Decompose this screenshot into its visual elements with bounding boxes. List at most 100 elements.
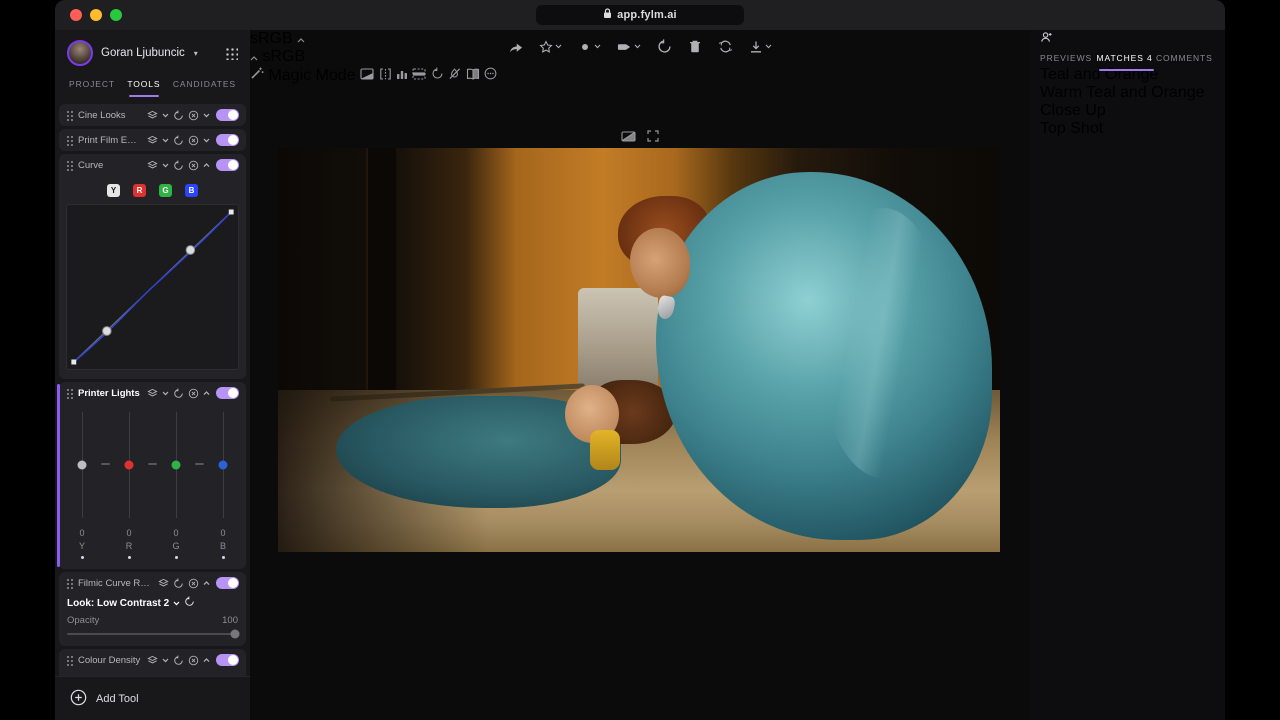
slider-knob[interactable] <box>125 461 134 470</box>
tool-card-filmic-curve-response[interactable]: Filmic Curve Respo... Look: Low Contrast… <box>59 572 246 646</box>
minimize-window-button[interactable] <box>90 9 102 21</box>
tool-card-cine-looks[interactable]: Cine Looks <box>59 104 246 126</box>
reset-grade-button[interactable] <box>657 39 672 54</box>
main-image[interactable] <box>278 148 1000 552</box>
slider-knob[interactable] <box>172 461 181 470</box>
address-bar[interactable]: app.fylm.ai <box>536 5 744 25</box>
rating-star-button[interactable] <box>539 40 562 54</box>
printer-light-slider-r[interactable]: 0 R <box>115 412 143 559</box>
download-button[interactable] <box>749 40 772 54</box>
channel-b-button[interactable]: B <box>185 184 198 197</box>
look-selector[interactable]: Look: Low Contrast 2 <box>59 594 246 610</box>
tool-enabled-toggle[interactable] <box>216 654 239 666</box>
drag-handle-icon[interactable] <box>66 388 73 399</box>
share-button[interactable] <box>508 40 523 54</box>
tool-enabled-toggle[interactable] <box>216 159 239 171</box>
add-collaborator-button[interactable] <box>1040 30 1053 47</box>
delete-button[interactable] <box>688 39 702 54</box>
slider-knob[interactable] <box>230 630 239 639</box>
chevron-down-icon[interactable] <box>162 391 169 396</box>
remove-tool-icon[interactable] <box>188 388 199 399</box>
tab-candidates[interactable]: CANDIDATES <box>173 79 236 97</box>
printer-light-slider-b[interactable]: 0 B <box>209 412 237 559</box>
chevron-down-icon[interactable] <box>203 138 210 143</box>
channel-g-button[interactable]: G <box>159 184 172 197</box>
chevron-down-icon[interactable] <box>162 163 169 168</box>
tool-title: Colour Density <box>78 655 142 666</box>
image-adjust-icon[interactable] <box>360 67 374 84</box>
layers-icon[interactable] <box>147 388 158 399</box>
apps-grid-icon[interactable] <box>225 47 238 60</box>
tool-card-curve[interactable]: Curve Y R G B <box>59 154 246 379</box>
chevron-down-icon[interactable] <box>162 138 169 143</box>
tab-tools[interactable]: TOOLS <box>127 79 160 97</box>
more-options-icon[interactable] <box>484 67 497 84</box>
chevron-down-icon[interactable] <box>162 113 169 118</box>
reset-icon[interactable] <box>173 388 184 399</box>
fit-frame-icon[interactable] <box>412 67 426 84</box>
chevron-down-icon[interactable] <box>203 113 210 118</box>
zoom-window-button[interactable] <box>110 9 122 21</box>
layers-icon[interactable] <box>158 578 169 589</box>
magic-mode-button[interactable]: Magic Mode <box>250 67 360 84</box>
drag-handle-icon[interactable] <box>66 135 73 146</box>
sync-button[interactable] <box>718 39 733 54</box>
tab-previews[interactable]: PREVIEWS <box>1040 53 1092 71</box>
user-menu[interactable]: Goran Ljubuncic ▾ <box>67 39 238 67</box>
remove-tool-icon[interactable] <box>188 160 199 171</box>
drag-handle-icon[interactable] <box>66 160 73 171</box>
printer-light-slider-g[interactable]: 0 G <box>162 412 190 559</box>
add-tool-button[interactable]: Add Tool <box>55 676 250 720</box>
tab-comments[interactable]: COMMENTS <box>1156 53 1213 71</box>
tool-enabled-toggle[interactable] <box>216 134 239 146</box>
tool-card-colour-density[interactable]: Colour Density Opacity 40 <box>59 649 246 676</box>
chevron-up-icon[interactable] <box>203 658 210 663</box>
remove-tool-icon[interactable] <box>188 655 199 666</box>
book-compare-icon[interactable] <box>466 67 480 84</box>
remove-tool-icon[interactable] <box>188 578 199 589</box>
chevron-up-icon[interactable] <box>203 163 210 168</box>
disable-effects-icon[interactable] <box>448 67 461 84</box>
tool-enabled-toggle[interactable] <box>216 577 239 589</box>
split-compare-icon[interactable] <box>379 67 392 84</box>
remove-tool-icon[interactable] <box>188 110 199 121</box>
curve-editor[interactable] <box>66 204 239 370</box>
channel-y-button[interactable]: Y <box>107 184 120 197</box>
rotate-icon[interactable] <box>431 67 444 84</box>
fullscreen-icon[interactable] <box>647 129 659 147</box>
tag-button[interactable] <box>617 40 641 54</box>
tab-project[interactable]: PROJECT <box>69 79 115 97</box>
tab-matches[interactable]: MATCHES 4 <box>1097 53 1156 71</box>
tool-enabled-toggle[interactable] <box>216 109 239 121</box>
tool-card-print-film-emulation[interactable]: Print Film Emulation <box>59 129 246 151</box>
reset-icon[interactable] <box>173 655 184 666</box>
chevron-down-icon[interactable] <box>162 658 169 663</box>
layers-icon[interactable] <box>147 655 158 666</box>
user-avatar[interactable] <box>67 40 93 66</box>
reset-icon[interactable] <box>173 160 184 171</box>
chevron-up-icon[interactable] <box>203 391 210 396</box>
close-window-button[interactable] <box>70 9 82 21</box>
opacity-slider[interactable] <box>67 633 238 635</box>
layers-icon[interactable] <box>147 110 158 121</box>
tool-enabled-toggle[interactable] <box>216 387 239 399</box>
slider-knob[interactable] <box>219 461 228 470</box>
chevron-up-icon[interactable] <box>203 581 210 586</box>
reset-icon[interactable] <box>173 135 184 146</box>
reset-icon[interactable] <box>173 110 184 121</box>
letterbox-icon[interactable] <box>621 129 636 147</box>
channel-r-button[interactable]: R <box>133 184 146 197</box>
reset-icon[interactable] <box>173 578 184 589</box>
layers-icon[interactable] <box>147 160 158 171</box>
tool-card-printer-lights[interactable]: Printer Lights 0 <box>59 382 246 569</box>
drag-handle-icon[interactable] <box>66 110 73 121</box>
drag-handle-icon[interactable] <box>66 655 73 666</box>
color-label-button[interactable] <box>578 40 601 54</box>
histogram-icon[interactable] <box>396 67 408 84</box>
drag-handle-icon[interactable] <box>66 578 73 589</box>
printer-light-slider-y[interactable]: 0 Y <box>68 412 96 559</box>
remove-tool-icon[interactable] <box>188 135 199 146</box>
reset-look-icon[interactable] <box>184 596 195 610</box>
slider-knob[interactable] <box>78 461 87 470</box>
layers-icon[interactable] <box>147 135 158 146</box>
